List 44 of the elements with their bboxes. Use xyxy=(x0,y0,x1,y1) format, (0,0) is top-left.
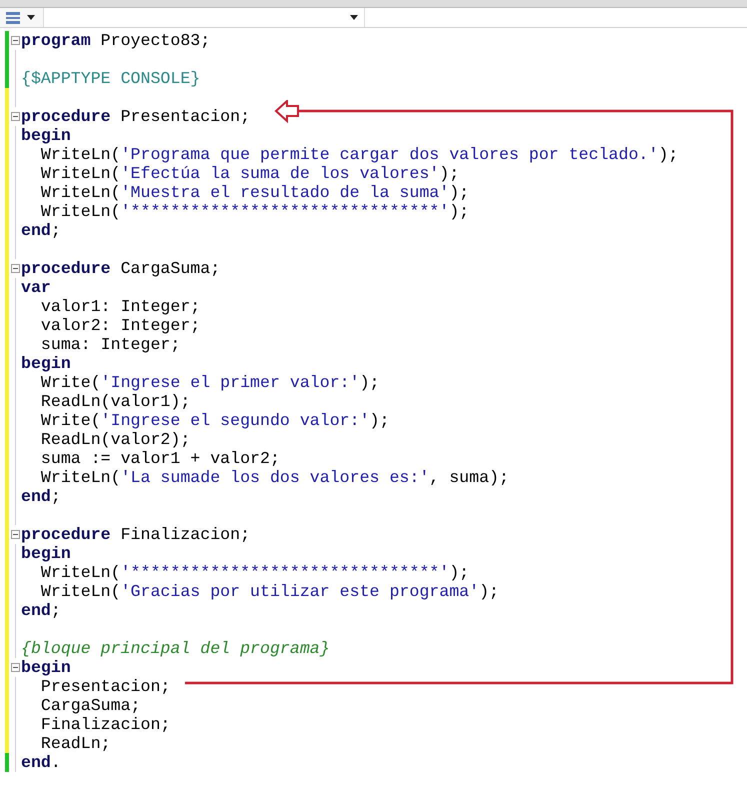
fold-toggle-icon[interactable] xyxy=(10,530,20,539)
code-line: Finalizacion; xyxy=(40,715,170,734)
code-line: WriteLn('La sumade los dos valores es:', suma); xyxy=(40,468,509,487)
code-line: suma := valor1 + valor2; xyxy=(40,449,280,468)
code-line: {$APPTYPE CONSOLE} xyxy=(21,69,200,88)
code-line: begin xyxy=(21,354,71,373)
code-line: Presentacion; xyxy=(40,677,170,696)
fold-toggle-icon[interactable] xyxy=(10,663,20,672)
code-line: WriteLn('Programa que permite cargar dos valores por teclado.'); xyxy=(40,145,678,164)
code-line: begin xyxy=(21,658,71,677)
code-line: end; xyxy=(21,487,61,506)
code-line: program Proyecto83; xyxy=(21,31,210,50)
dropdown-field[interactable] xyxy=(43,8,365,27)
code-line: procedure Presentacion; xyxy=(21,107,250,126)
code-line: Write('Ingrese el primer valor:'); xyxy=(40,373,380,392)
code-line: end. xyxy=(21,753,61,772)
code-line: ReadLn(valor1); xyxy=(40,392,190,411)
fold-toggle-icon[interactable] xyxy=(10,36,20,45)
code-line: suma: Integer; xyxy=(40,335,180,354)
code-line: end; xyxy=(21,221,61,240)
dropdown-field[interactable] xyxy=(365,8,747,27)
code-line: ReadLn(valor2); xyxy=(40,430,190,449)
code-line: begin xyxy=(21,126,71,145)
code-line: var xyxy=(21,278,51,297)
code-line: WriteLn('Efectúa la suma de los valores'); xyxy=(40,164,460,183)
code-line: WriteLn('*******************************'); xyxy=(40,563,470,582)
caret-icon[interactable] xyxy=(27,15,35,20)
code-line: CargaSuma; xyxy=(40,696,140,715)
caret-icon xyxy=(350,15,358,20)
code-line: end; xyxy=(21,601,61,620)
code-line: valor1: Integer; xyxy=(40,297,200,316)
code-line: ReadLn; xyxy=(40,734,111,753)
code-line: Write('Ingrese el segundo valor:'); xyxy=(40,411,390,430)
fold-toggle-icon[interactable] xyxy=(10,112,20,121)
code-line: procedure Finalizacion; xyxy=(21,525,250,544)
structure-icon[interactable] xyxy=(5,10,21,26)
code-line: {bloque principal del programa} xyxy=(21,639,330,658)
code-line: WriteLn('Gracias por utilizar este programa'); xyxy=(40,582,499,601)
code-line: WriteLn('Muestra el resultado de la suma'); xyxy=(40,183,470,202)
fold-toggle-icon[interactable] xyxy=(10,264,20,273)
code-line: WriteLn('*******************************'); xyxy=(40,202,470,221)
code-line: procedure CargaSuma; xyxy=(21,259,220,278)
code-line: begin xyxy=(21,544,71,563)
code-line: valor2: Integer; xyxy=(40,316,200,335)
